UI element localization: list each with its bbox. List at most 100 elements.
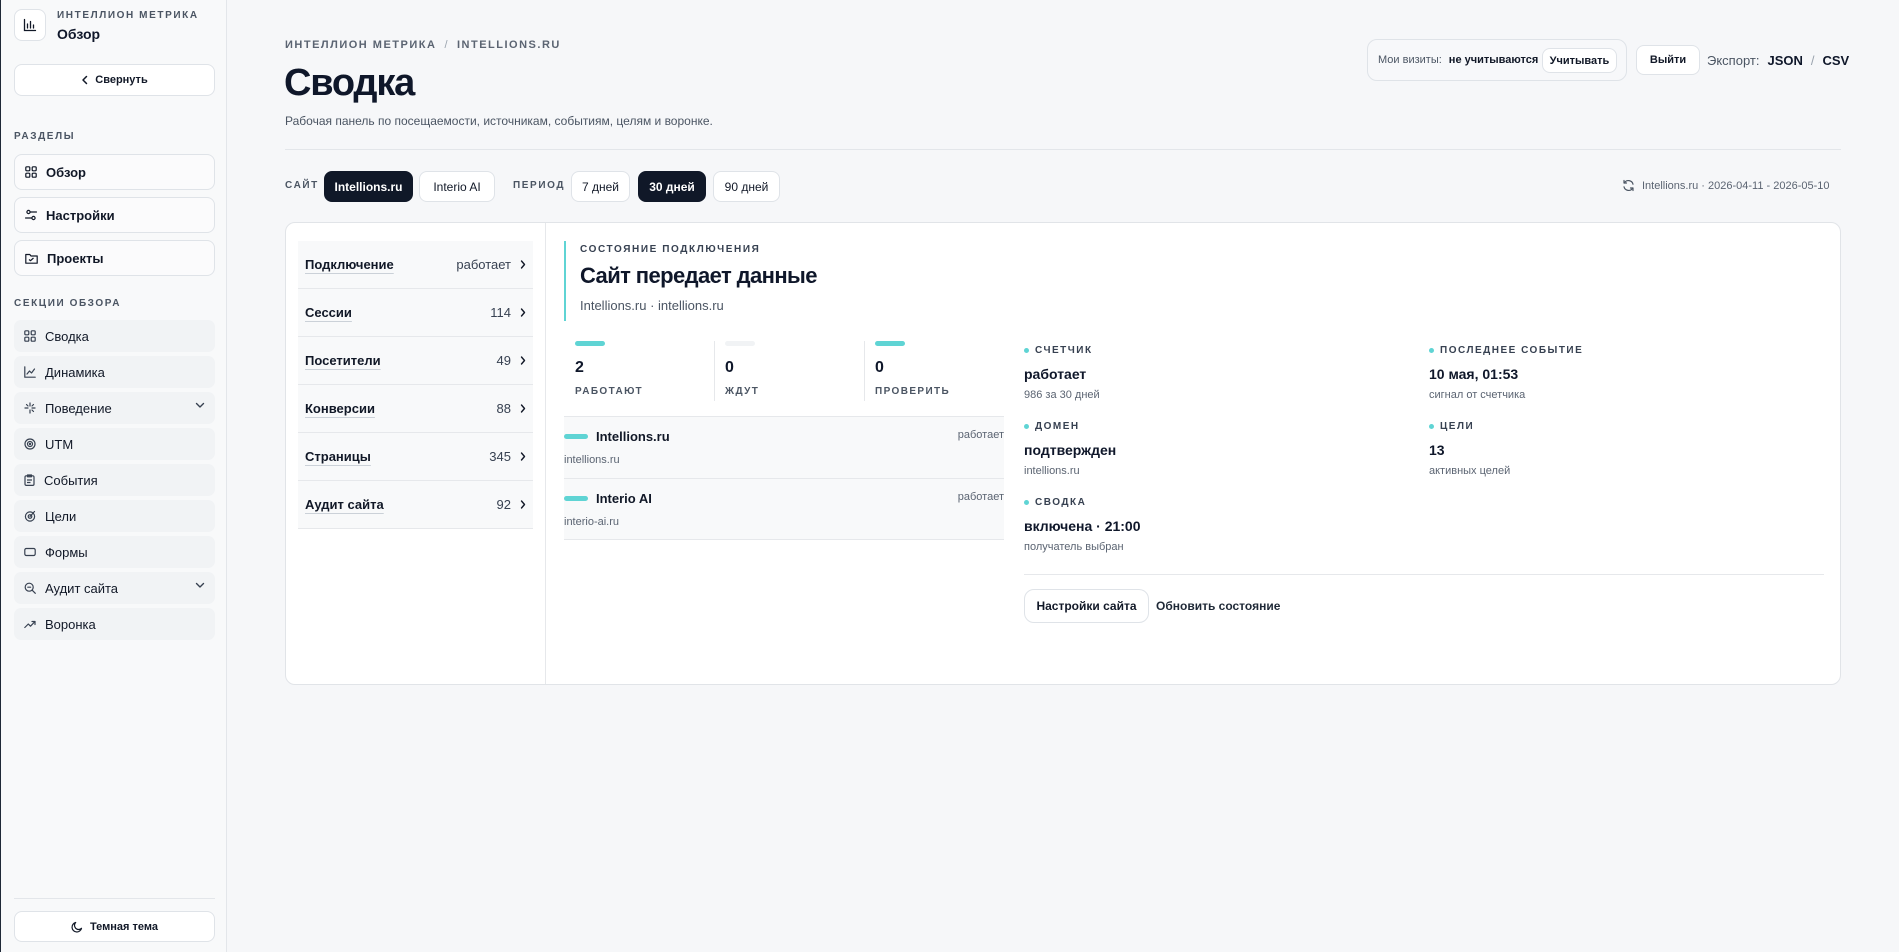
dark-theme-button[interactable]: Темная тема — [14, 911, 215, 942]
period-chip-7[interactable]: 7 дней — [571, 171, 630, 202]
collapse-label: Свернуть — [95, 74, 148, 86]
export-json-link[interactable]: JSON — [1767, 53, 1802, 68]
stat-divider — [714, 341, 715, 401]
stat-check: 0 ПРОВЕРИТЬ — [875, 341, 1025, 399]
breadcrumb-item[interactable]: ИНТЕЛЛИОН МЕТРИКА — [285, 39, 436, 51]
chevron-down-icon[interactable] — [195, 402, 205, 409]
logout-button[interactable]: Выйти — [1636, 45, 1700, 75]
date-range-text: Intellions.ru · 2026-04-11 - 2026-05-10 — [1642, 179, 1830, 192]
export-csv-link[interactable]: CSV — [1823, 53, 1850, 68]
status-dot — [1429, 424, 1434, 429]
bar-chart-icon — [14, 9, 46, 41]
site-chip-intellions[interactable]: Intellions.ru — [324, 171, 413, 202]
site-host: interio-ai.ru — [564, 516, 620, 528]
site-row[interactable]: Interio AI interio-ai.ru работает — [564, 478, 1004, 540]
detail-key: СВОДКА — [1035, 497, 1087, 508]
export-label: Экспорт: — [1707, 53, 1760, 68]
metric-row-pages[interactable]: Страницы 345 — [298, 433, 533, 481]
site-name: Intellions.ru — [596, 429, 670, 444]
metric-row-visitors[interactable]: Посетители 49 — [298, 337, 533, 385]
collapse-button[interactable]: Свернуть — [14, 64, 215, 96]
detail-counter: СЧЕТЧИК работает 986 за 30 дней — [1024, 345, 1100, 401]
brand-kicker: ИНТЕЛЛИОН МЕТРИКА — [57, 10, 199, 21]
site-chip-interio[interactable]: Interio AI — [419, 171, 495, 202]
metric-row-connection[interactable]: Подключение работает — [298, 241, 533, 289]
status-kicker: СОСТОЯНИЕ ПОДКЛЮЧЕНИЯ — [580, 244, 761, 255]
period-chip-90[interactable]: 90 дней — [713, 171, 780, 202]
site-host: intellions.ru — [564, 454, 620, 466]
detail-value: 13 — [1429, 442, 1445, 458]
count-visits-button[interactable]: Учитывать — [1542, 48, 1617, 73]
connection-status: СОСТОЯНИЕ ПОДКЛЮЧЕНИЯ Сайт передает данн… — [564, 241, 817, 321]
section-item-label: Цели — [45, 508, 77, 524]
header-divider — [285, 149, 1841, 150]
folder-icon — [25, 253, 38, 264]
section-item-events[interactable]: События — [14, 464, 215, 496]
page-title: Сводка — [284, 62, 415, 104]
status-subtitle: Intellions.ru · intellions.ru — [580, 298, 724, 313]
detail-sub: получатель выбран — [1024, 541, 1124, 553]
detail-sub: intellions.ru — [1024, 465, 1080, 477]
nav-item-overview[interactable]: Обзор — [14, 154, 215, 190]
breadcrumb-item[interactable]: INTELLIONS.RU — [457, 39, 561, 51]
nav-item-settings[interactable]: Настройки — [14, 197, 215, 233]
section-item-label: Воронка — [45, 616, 96, 632]
section-item-label: Динамика — [45, 364, 105, 380]
my-visits-value: не учитываются — [1448, 54, 1539, 66]
section-item-label: Аудит сайта — [45, 580, 119, 596]
section-item-funnel[interactable]: Воронка — [14, 608, 215, 640]
chevron-right-icon — [520, 356, 526, 365]
sidebar: ИНТЕЛЛИОН МЕТРИКА Обзор Свернуть РАЗДЕЛЫ… — [0, 0, 227, 952]
status-dot — [1429, 348, 1434, 353]
detail-key: ПОСЛЕДНЕЕ СОБЫТИЕ — [1440, 345, 1584, 356]
section-item-summary[interactable]: Сводка — [14, 320, 215, 352]
detail-key: ДОМЕН — [1035, 421, 1080, 432]
metric-name: Подключение — [305, 257, 394, 272]
stat-bar — [875, 341, 905, 346]
metric-name: Посетители — [305, 353, 381, 368]
section-item-behavior[interactable]: Поведение — [14, 392, 215, 424]
metric-row-conversions[interactable]: Конверсии 88 — [298, 385, 533, 433]
period-filter-label: ПЕРИОД — [513, 180, 566, 191]
section-item-dynamics[interactable]: Динамика — [14, 356, 215, 388]
chevron-down-icon[interactable] — [195, 582, 205, 589]
metric-name: Сессии — [305, 305, 352, 320]
site-name: Interio AI — [596, 491, 652, 506]
line-chart-icon — [24, 366, 36, 378]
trend-icon — [24, 620, 36, 629]
chevron-right-icon — [520, 404, 526, 413]
section-item-utm[interactable]: UTM — [14, 428, 215, 460]
section-item-forms[interactable]: Формы — [14, 536, 215, 568]
page-subtitle: Рабочая панель по посещаемости, источник… — [285, 114, 713, 128]
clipboard-icon — [24, 474, 35, 486]
refresh-status-link[interactable]: Обновить состояние — [1156, 599, 1280, 613]
metric-row-site-audit[interactable]: Аудит сайта 92 — [298, 481, 533, 529]
site-row[interactable]: Intellions.ru intellions.ru работает — [564, 416, 1004, 478]
site-filter-label: САЙТ — [285, 180, 319, 191]
nav-item-label: Настройки — [46, 207, 115, 223]
period-chip-30[interactable]: 30 дней — [638, 171, 706, 202]
stat-label: РАБОТАЮТ — [575, 386, 644, 397]
section-item-label: События — [44, 472, 98, 488]
status-dot — [1024, 424, 1029, 429]
section-item-label: Сводка — [45, 328, 89, 344]
chevron-left-icon — [82, 75, 88, 85]
metric-row-sessions[interactable]: Сессии 114 — [298, 289, 533, 337]
site-settings-button[interactable]: Настройки сайта — [1024, 589, 1149, 623]
brand-title: Обзор — [57, 26, 101, 42]
section-item-site-audit[interactable]: Аудит сайта — [14, 572, 215, 604]
status-dot — [1024, 500, 1029, 505]
chevron-right-icon — [520, 260, 526, 269]
my-visits-label: Мои визиты: — [1378, 54, 1442, 66]
metric-value: 92 — [496, 497, 511, 512]
nav-item-projects[interactable]: Проекты — [14, 240, 215, 276]
grid-icon — [25, 166, 37, 178]
section-item-label: Поведение — [45, 400, 112, 416]
detail-goals: ЦЕЛИ 13 активных целей — [1429, 421, 1510, 477]
section-item-goals[interactable]: Цели — [14, 500, 215, 532]
detail-sub: сигнал от счетчика — [1429, 389, 1526, 401]
refresh-icon[interactable] — [1622, 179, 1635, 192]
site-status-tag — [564, 434, 588, 439]
detail-key: ЦЕЛИ — [1440, 421, 1475, 432]
nav-item-label: Проекты — [47, 250, 104, 266]
